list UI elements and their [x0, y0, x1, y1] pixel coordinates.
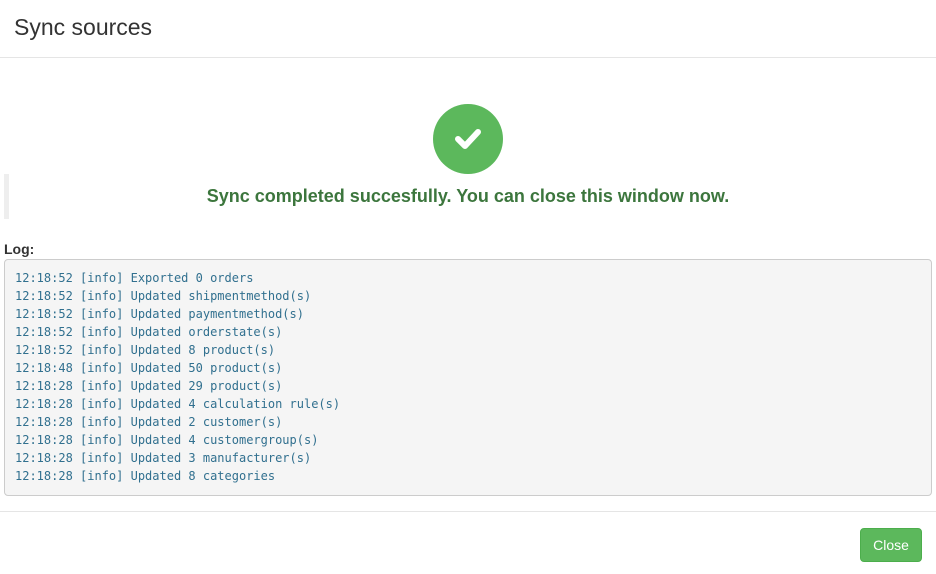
log-line: 12:18:28 [info] Updated 3 manufacturer(s…	[15, 451, 312, 465]
log-line: 12:18:28 [info] Updated 4 calculation ru…	[15, 397, 341, 411]
log-label: Log:	[4, 241, 35, 257]
log-line: 12:18:28 [info] Updated 8 categories	[15, 469, 276, 483]
log-line: 12:18:28 [info] Updated 2 customer(s)	[15, 415, 283, 429]
log-line: 12:18:52 [info] Exported 0 orders	[15, 271, 254, 285]
dialog-header: Sync sources	[0, 0, 936, 58]
dialog-footer: Close	[0, 511, 936, 574]
log-line: 12:18:52 [info] Updated orderstate(s)	[15, 325, 283, 339]
log-output: 12:18:52 [info] Exported 0 orders 12:18:…	[4, 259, 932, 496]
close-button[interactable]: Close	[860, 528, 922, 562]
success-message: Sync completed succesfully. You can clos…	[206, 186, 730, 206]
success-check-icon	[433, 104, 503, 174]
log-line: 12:18:48 [info] Updated 50 product(s)	[15, 361, 283, 375]
log-line: 12:18:52 [info] Updated paymentmethod(s)	[15, 307, 304, 321]
log-line: 12:18:52 [info] Updated 8 product(s)	[15, 343, 276, 357]
dialog-body: Sync completed succesfully. You can clos…	[0, 59, 936, 511]
dialog-title: Sync sources	[14, 14, 153, 40]
sync-sources-dialog: Sync sources Sync completed succesfully.…	[0, 0, 936, 574]
log-line: 12:18:52 [info] Updated shipmentmethod(s…	[15, 289, 312, 303]
log-line: 12:18:28 [info] Updated 4 customergroup(…	[15, 433, 319, 447]
log-line: 12:18:28 [info] Updated 29 product(s)	[15, 379, 283, 393]
